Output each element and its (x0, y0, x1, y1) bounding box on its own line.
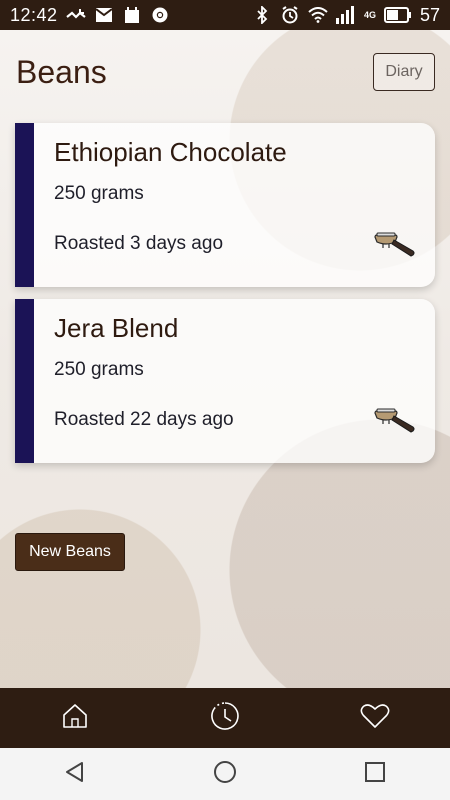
battery-icon (383, 6, 412, 24)
signal-icon (335, 6, 366, 24)
system-recents-button[interactable] (345, 748, 405, 800)
home-icon (61, 703, 89, 734)
nav-history-button[interactable] (195, 688, 255, 748)
bean-card-accent (15, 299, 34, 463)
bean-card[interactable]: Ethiopian Chocolate 250 grams Roasted 3 … (15, 123, 435, 287)
new-beans-button[interactable]: New Beans (15, 533, 125, 571)
battery-level: 57 (419, 4, 440, 25)
nav-favorites-button[interactable] (345, 688, 405, 748)
system-nav-bar (0, 748, 450, 800)
bottom-nav (0, 688, 450, 748)
missed-call-icon (65, 6, 86, 24)
recents-icon (364, 761, 386, 788)
status-bar-left: 12:42 (10, 5, 170, 26)
calendar-icon (122, 6, 142, 24)
chrome-icon (150, 6, 170, 24)
status-bar-right: 4G 57 (252, 5, 440, 26)
page-title: Beans (16, 54, 107, 90)
status-bar: 12:42 4G 57 (0, 0, 450, 30)
home-circle-icon (213, 760, 237, 789)
status-time: 12:42 (10, 4, 58, 25)
heart-icon (360, 703, 390, 734)
bean-weight: 250 grams (54, 183, 144, 204)
bean-weight: 250 grams (54, 359, 144, 380)
wifi-icon (308, 6, 328, 24)
portafilter-icon[interactable] (373, 407, 417, 437)
back-icon (64, 761, 86, 788)
bean-roasted: Roasted 22 days ago (54, 409, 234, 430)
network-type-label: 4G (363, 10, 376, 20)
system-home-button[interactable] (195, 748, 255, 800)
bean-name: Jera Blend (54, 313, 179, 343)
bean-name: Ethiopian Chocolate (54, 137, 287, 167)
bluetooth-icon (252, 6, 272, 24)
history-icon (210, 701, 240, 736)
bean-card-accent (15, 123, 34, 287)
alarm-icon (280, 6, 300, 24)
bean-card[interactable]: Jera Blend 250 grams Roasted 22 days ago (15, 299, 435, 463)
system-back-button[interactable] (45, 748, 105, 800)
portafilter-icon[interactable] (373, 231, 417, 261)
nav-home-button[interactable] (45, 688, 105, 748)
mail-icon (94, 6, 114, 24)
diary-button[interactable]: Diary (373, 53, 435, 91)
bean-roasted: Roasted 3 days ago (54, 233, 224, 254)
